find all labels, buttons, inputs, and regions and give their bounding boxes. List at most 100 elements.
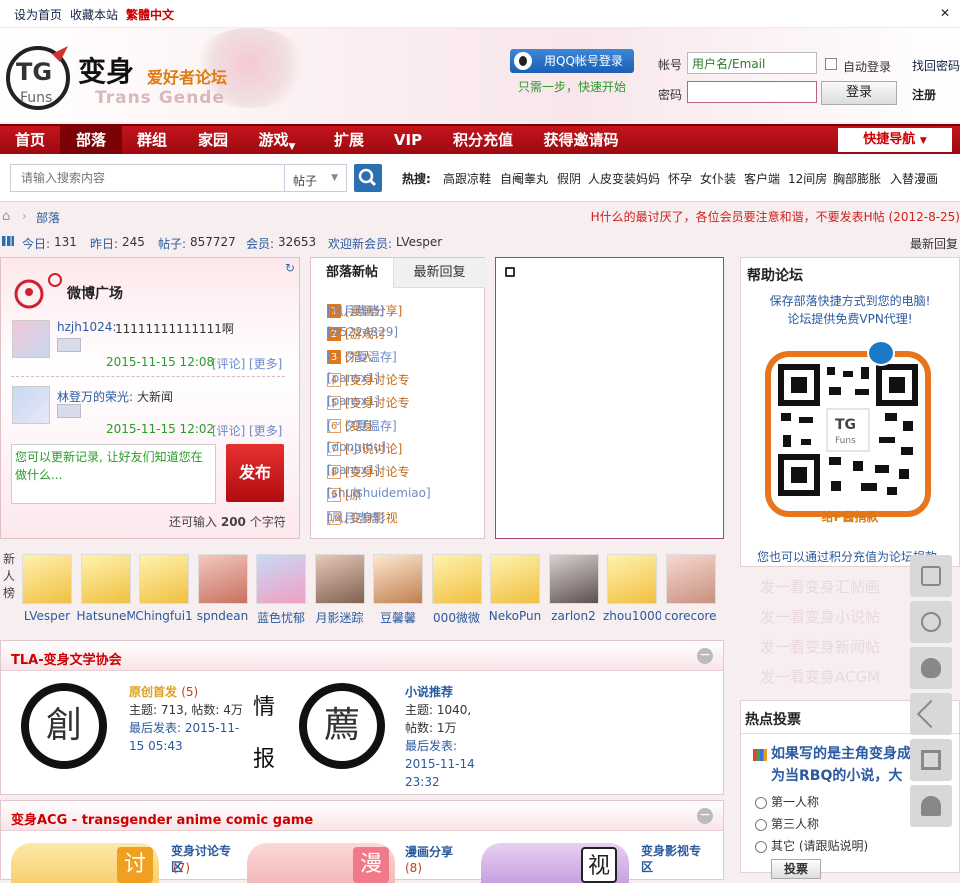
login-button[interactable]: 登录 [821,81,897,105]
home-icon[interactable]: ⌂ [2,209,10,224]
help-line1[interactable]: 保存部落快捷方式到您的电脑! [741,292,959,309]
member-name[interactable]: corecore [662,609,720,623]
member-avatar[interactable] [373,554,423,604]
forum-novel-last[interactable]: 最后发表: 2015-11-14 23:32 [405,737,475,791]
nav-vip[interactable]: VIP [382,126,434,154]
user-card-icon[interactable] [57,338,81,352]
nav-credit-recharge[interactable]: 积分充值 [440,126,526,154]
nav-extensions[interactable]: 扩展 [318,126,380,154]
side-tool-qq[interactable] [910,647,952,689]
weibo-input[interactable]: 您可以更新记录, 让好友们知道您在做什么... [11,444,216,504]
traditional-chinese-link[interactable]: 繁體中文 [126,6,174,23]
post-author[interactable]: [风月嗜嗜] [327,302,468,319]
nav-games[interactable]: 游戏▼ [244,126,310,154]
auto-login-checkbox[interactable] [825,58,837,70]
member-name[interactable]: HatsuneM [77,609,135,623]
forum-banner[interactable]: 视 [481,843,629,883]
member-avatar[interactable] [139,554,189,604]
faded-item[interactable]: 发一看变身新闻帖 [760,632,910,662]
side-tool-qr[interactable] [910,739,952,781]
hot-term[interactable]: 女仆装 [700,170,736,187]
qr-code[interactable]: TG Funs [765,351,931,517]
member-name[interactable]: spndean [194,609,252,623]
weibo-more-link[interactable]: [更多] [249,422,282,439]
section-title[interactable]: TLA-变身文学协会 [11,649,122,668]
weibo-more-link[interactable]: [更多] [249,355,282,372]
hot-term[interactable]: 12间房 [788,170,827,187]
member-avatar[interactable] [431,554,482,604]
post-author[interactable]: [ ᐡ 夕夏温存] [327,348,468,365]
section-title[interactable]: 变身ACG - transgender anime comic game [11,809,313,828]
member-name[interactable]: 000微微 [428,609,486,626]
recommend-seal-icon[interactable]: 薦 [299,683,385,769]
hot-term[interactable]: 假阴 [557,170,581,187]
faded-item[interactable]: 发一看变身小说帖 [760,602,910,632]
avatar[interactable] [12,320,50,358]
side-tool-calendar[interactable] [910,555,952,597]
breadcrumb-current[interactable]: 部落 [36,209,60,226]
weibo-author[interactable]: hzjh1024: [57,320,116,334]
member-name[interactable]: 蓝色忧郁 [252,609,310,626]
collapse-icon[interactable]: − [697,808,713,824]
hot-term[interactable]: 客户端 [744,170,780,187]
member-name[interactable]: zhou1000 [603,609,661,623]
hot-term[interactable]: 人皮变装妈妈 [588,170,660,187]
nav-home-space[interactable]: 家园 [182,126,244,154]
close-icon[interactable]: ✕ [940,6,950,20]
post-author[interactable]: [风月嗜嗜] [327,509,468,526]
member-avatar[interactable] [22,554,72,604]
member-avatar[interactable] [80,554,131,604]
member-avatar[interactable] [607,554,657,604]
member-avatar[interactable] [256,554,306,604]
tab-new-posts[interactable]: 部落新帖 [311,258,393,288]
hot-term[interactable]: 胸部膨胀 [833,170,881,187]
user-card-icon[interactable] [57,404,81,418]
forum-notice[interactable]: H什么的最讨厌了，各位会员要注意和谐，不要发表H帖 (2012-8-25) [591,208,960,225]
vote-radio[interactable] [755,819,767,831]
member-name[interactable]: 月影迷踪 [311,609,369,626]
weibo-comment-link[interactable]: [评论] [212,355,245,372]
hot-term[interactable]: 自阉睾丸 [500,170,548,187]
bookmark-link[interactable]: 收藏本站 [70,6,118,23]
post-author[interactable]: [A5224829] [327,325,468,339]
faded-item[interactable]: 发一看变身汇帖画 [760,572,910,602]
site-logo-icon[interactable]: TG Funs [2,42,74,114]
forum-banner[interactable]: 漫 [247,843,395,883]
publish-button[interactable]: 发布 [226,444,284,502]
weibo-comment-link[interactable]: [评论] [212,422,245,439]
hot-term[interactable]: 入替漫画 [890,170,938,187]
member-name[interactable]: Chingfui1 [135,609,193,623]
post-author[interactable]: [shuishuidemiao] [327,486,468,500]
forum-novel-recommend[interactable]: 小说推荐 [405,683,453,700]
member-avatar[interactable] [548,554,599,604]
weibo-author[interactable]: 林登万的荣光: [57,388,133,405]
member-avatar[interactable] [665,554,716,604]
quick-nav-button[interactable]: 快捷导航 ▼ [838,128,952,152]
nav-home[interactable]: 首页 [0,126,60,154]
find-password-link[interactable]: 找回密码 [912,57,960,74]
collapse-icon[interactable]: − [697,648,713,664]
post-author[interactable]: [pansx1] [327,394,468,408]
help-line2[interactable]: 论坛提供免费VPN代理! [741,310,959,327]
search-button[interactable] [354,164,382,192]
member-avatar[interactable] [490,554,540,604]
post-author[interactable]: [dongmu] [327,440,468,454]
post-author[interactable]: [ ᐡ 夕夏温存] [327,417,468,434]
forum-manga-share[interactable]: 漫画分享 [405,843,453,860]
vote-radio[interactable] [755,797,767,809]
hot-term[interactable]: 怀孕 [668,170,692,187]
nav-invite-code[interactable]: 获得邀请码 [532,126,630,154]
member-name[interactable]: LVesper [18,609,76,623]
side-tool-search[interactable] [910,601,952,643]
forum-banner[interactable]: 讨 [11,843,159,883]
member-avatar[interactable] [314,554,365,604]
forum-video[interactable]: 变身影视专区 [641,843,711,875]
faded-item[interactable]: 发一看变身ACGM [760,662,910,692]
member-name[interactable]: NekoPun [486,609,544,623]
latest-reply-link[interactable]: 最新回复 [910,235,958,252]
nav-tribe[interactable]: 部落 [60,126,122,154]
vote-question[interactable]: 如果写的是主角变身成为当RBQ的小说，大 [771,743,921,787]
forum-original-last[interactable]: 最后发表: 2015-11-15 05:43 [129,719,247,755]
vote-submit-button[interactable]: 投票 [771,859,821,879]
member-avatar[interactable] [197,554,248,604]
